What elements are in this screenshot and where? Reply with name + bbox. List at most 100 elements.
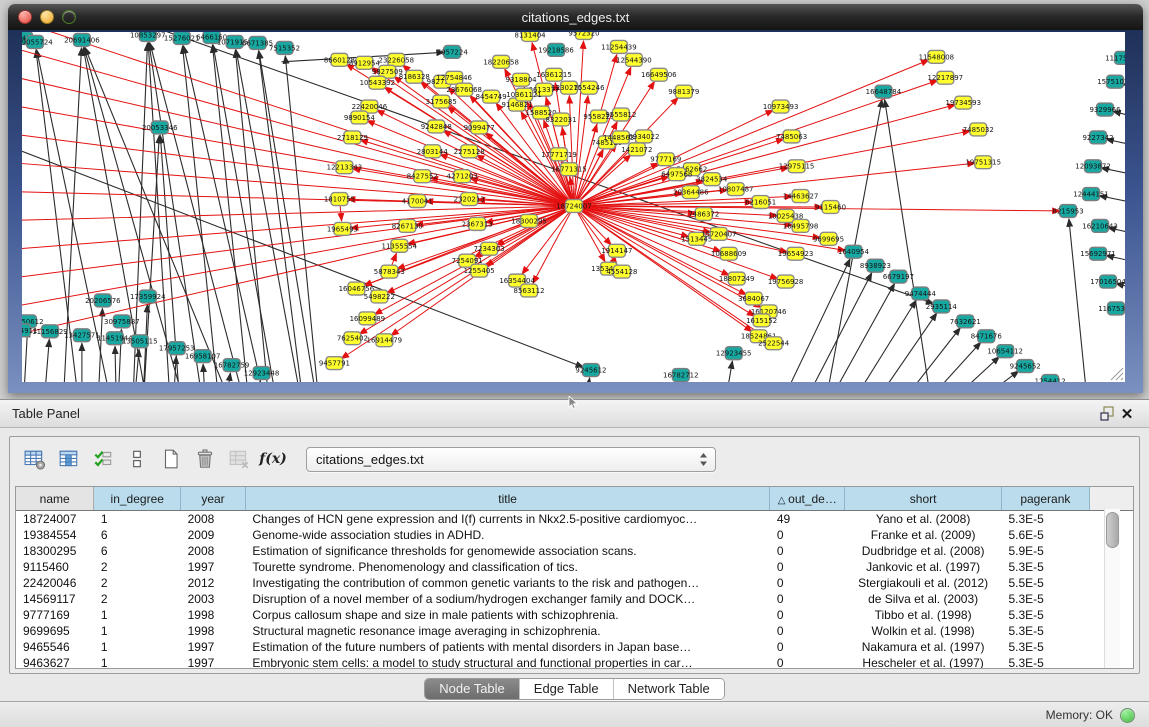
column-header-pagerank[interactable]: pagerank [1002,487,1090,511]
graph-node[interactable]: 7957224 [437,45,469,58]
table-cell[interactable]: 0 [770,655,845,669]
graph-node[interactable]: 3684067 [738,292,769,305]
minimize-window-button[interactable] [40,10,54,24]
table-row[interactable]: 977716911998Corpus callosum shape and si… [16,607,1133,623]
table-row[interactable]: 946362711997Embryonic stem cells: a mode… [16,655,1133,669]
table-cell[interactable]: Franke et al. (2009) [845,527,1002,543]
table-selector-dropdown[interactable]: citations_edges.txt [306,447,716,472]
graph-node[interactable]: 8131404 [515,32,547,41]
graph-node[interactable]: 19751315 [965,156,1001,169]
table-cell[interactable]: 1998 [181,607,246,623]
select-rows-button[interactable] [88,444,118,474]
column-header-name[interactable]: name [16,487,94,511]
table-cell[interactable]: 9463627 [16,655,94,669]
table-row[interactable]: 1938455462009Genome-wide association stu… [16,527,1133,543]
network-graph-canvas[interactable]: 1872400718300295866012889129542322605898… [22,32,1125,382]
graph-node[interactable]: 20053346 [142,121,178,134]
show-columns-button[interactable] [54,444,84,474]
table-cell[interactable]: 5.3E-5 [1002,655,1090,669]
graph-node[interactable]: 16649506 [641,68,677,81]
graph-node[interactable]: 23226058 [379,53,415,66]
graph-node[interactable]: 12444151 [1073,188,1109,201]
graph-node[interactable]: 7485063 [776,130,807,143]
graph-node[interactable]: 11675312 [1098,302,1125,315]
graph-node[interactable]: 11254439 [601,40,637,53]
table-cell[interactable]: 0 [770,623,845,639]
table-cell[interactable]: 14569117 [16,591,94,607]
table-cell[interactable]: 19384554 [16,527,94,543]
graph-node[interactable]: 16782712 [663,369,699,382]
graph-node[interactable]: 2718129 [337,131,368,144]
table-cell[interactable]: 0 [770,559,845,575]
table-cell[interactable]: Hescheler et al. (1997) [845,655,1002,669]
column-header-year[interactable]: year [181,487,246,511]
graph-node[interactable]: 17016504 [1090,275,1125,288]
table-cell[interactable]: 0 [770,639,845,655]
table-cell[interactable]: 2008 [181,543,246,559]
graph-node[interactable]: 16648784 [866,85,902,98]
table-cell[interactable]: Investigating the contribution of common… [245,575,769,591]
table-cell[interactable]: 49 [770,511,845,528]
float-panel-button[interactable] [1097,404,1117,424]
graph-node[interactable]: 1640954 [838,245,870,258]
table-cell[interactable]: Tourette syndrome. Phenomenology and cla… [245,559,769,575]
graph-node[interactable]: 8938923 [860,259,891,272]
graph-node[interactable]: 9457791 [319,357,350,370]
graph-node[interactable]: 11548008 [919,50,955,63]
table-cell[interactable]: Wolkin et al. (1998) [845,623,1002,639]
scrollbar-thumb[interactable] [1106,512,1119,548]
graph-node[interactable]: 9572320 [568,32,599,39]
graph-node[interactable]: 12544390 [616,53,652,66]
table-cell[interactable]: 2008 [181,511,246,528]
table-cell[interactable]: 1997 [181,559,246,575]
graph-node[interactable]: 6679197 [883,270,914,283]
graph-node[interactable]: 5878343 [374,265,405,278]
table-cell[interactable]: 5.5E-5 [1002,575,1090,591]
table-cell[interactable]: 1997 [181,655,246,669]
table-cell[interactable]: 2 [94,575,181,591]
delete-table-button[interactable] [190,444,220,474]
graph-node[interactable]: 7625402 [337,332,368,345]
graph-node[interactable]: 9318804 [506,73,538,86]
new-table-button[interactable] [156,444,186,474]
table-cell[interactable]: 6 [94,527,181,543]
graph-node[interactable]: 19734593 [946,96,982,109]
row-height-button[interactable] [122,444,152,474]
table-cell[interactable]: 9465546 [16,639,94,655]
table-cell[interactable]: 5.3E-5 [1002,623,1090,639]
graph-node[interactable]: 18220658 [483,55,519,68]
table-settings-button[interactable] [20,444,50,474]
graph-node[interactable]: 10973493 [763,100,799,113]
graph-node[interactable]: 1810755 [324,193,355,206]
graph-node[interactable]: 9329966 [1089,103,1120,116]
graph-node[interactable]: 1554246 [573,81,604,94]
table-cell[interactable]: 5.3E-5 [1002,559,1090,575]
table-cell[interactable]: 2 [94,559,181,575]
table-cell[interactable]: Dudbridge et al. (2008) [845,543,1002,559]
table-cell[interactable]: Changes of HCN gene expression and I(f) … [245,511,769,528]
graph-node[interactable]: 30975887 [104,315,140,328]
table-cell[interactable]: 5.3E-5 [1002,511,1090,528]
graph-node[interactable]: 9245652 [1010,360,1041,373]
table-cell[interactable]: 0 [770,527,845,543]
graph-node[interactable]: 16099489 [350,312,386,325]
graph-node[interactable]: 16210643 [1082,219,1118,232]
table-cell[interactable]: Nakamura et al. (1997) [845,639,1002,655]
table-cell[interactable]: de Silva et al. (2003) [845,591,1002,607]
table-scrollbar[interactable] [1104,509,1120,668]
graph-node[interactable]: 19055724 [22,35,53,48]
graph-node[interactable]: 9115460 [815,201,846,214]
table-cell[interactable]: Genome-wide association studies in ADHD. [245,527,769,543]
graph-node[interactable]: 19654923 [778,247,814,260]
graph-node[interactable]: 9881379 [668,85,699,98]
graph-node[interactable]: 15751074 [1097,75,1125,88]
table-row[interactable]: 946554611997Estimation of the future num… [16,639,1133,655]
graph-node[interactable]: 1254412 [1035,375,1066,382]
table-cell[interactable]: 0 [770,607,845,623]
graph-node[interactable]: 8471676 [971,330,1002,343]
graph-node[interactable]: 8215953 [1053,205,1084,218]
table-cell[interactable]: 1 [94,623,181,639]
graph-node[interactable]: 8186328 [399,70,430,83]
table-row[interactable]: 911546021997Tourette syndrome. Phenomeno… [16,559,1133,575]
graph-node[interactable]: 1914147 [601,244,632,257]
